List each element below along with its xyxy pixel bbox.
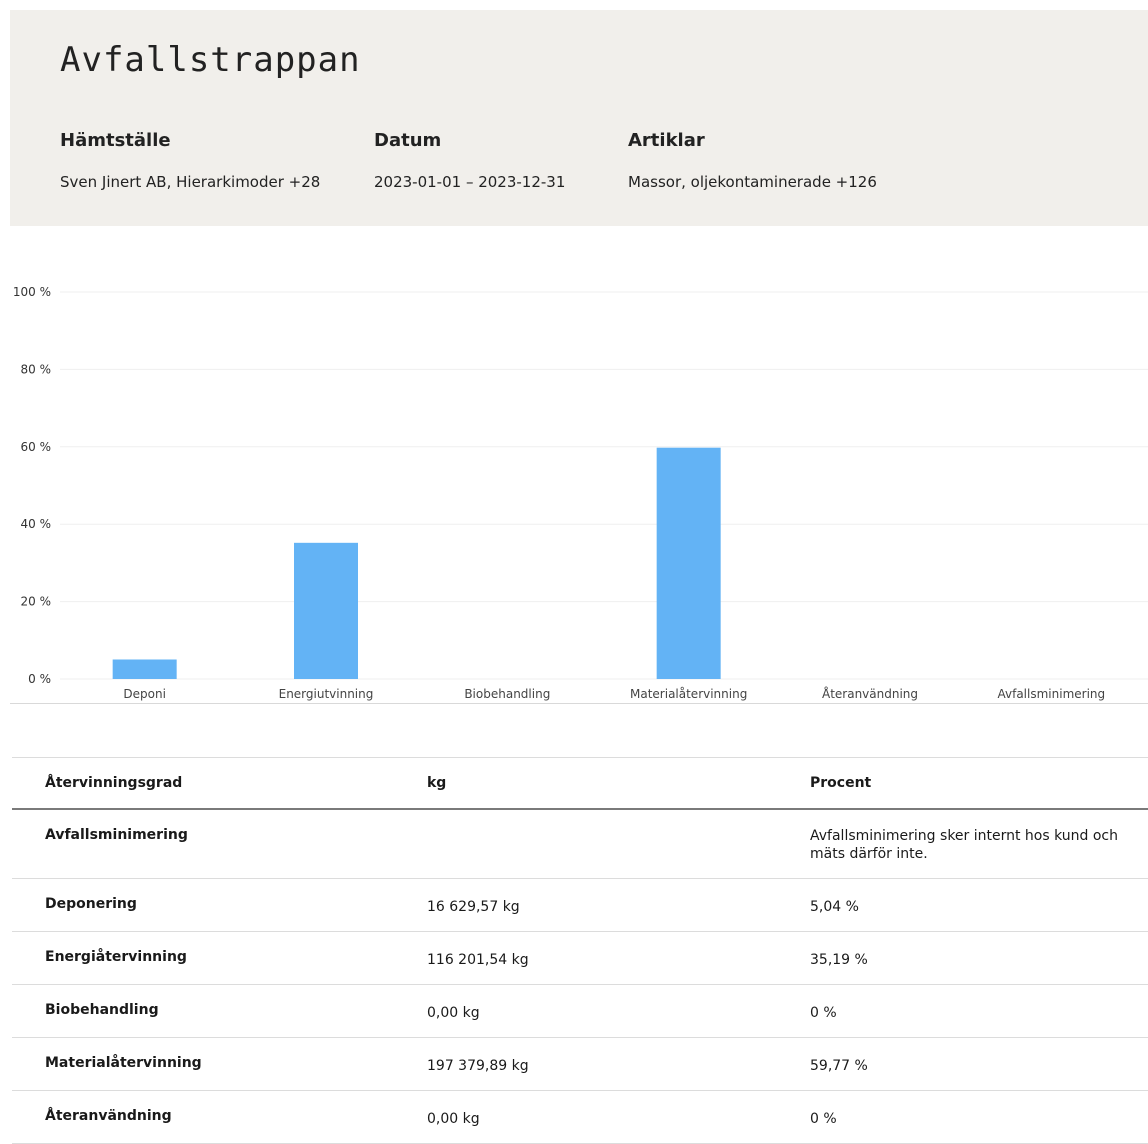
y-tick-label: 100 % — [13, 285, 51, 299]
y-tick-label: 0 % — [28, 672, 51, 686]
x-tick-label: Biobehandling — [464, 687, 550, 701]
table-cell: 5,04 % — [810, 878, 1148, 932]
filter-value: Sven Jinert AB, Hierarkimoder +28 — [60, 173, 321, 191]
y-tick-label: 60 % — [21, 440, 52, 454]
table-cell: 0 % — [810, 1090, 1148, 1144]
x-tick-label: Återanvändning — [822, 686, 918, 701]
chart-divider — [10, 703, 1148, 704]
filter-articles[interactable]: Artiklar Massor, oljekontaminerade +126 — [628, 130, 877, 191]
column-header-recovery-grade[interactable]: Återvinningsgrad — [12, 757, 427, 810]
table-row: Avfallsminimering Avfallsminimering sker… — [12, 808, 1148, 879]
x-tick-label: Deponi — [123, 687, 166, 701]
table-row: Deponering 16 629,57 kg 5,04 % — [12, 878, 1148, 932]
filter-label: Hämtställe — [60, 130, 171, 151]
table-cell: Energiåtervinning — [12, 931, 427, 985]
table-cell: 116 201,54 kg — [427, 931, 810, 985]
table-row: Biobehandling 0,00 kg 0 % — [12, 984, 1148, 1038]
table-cell: 35,19 % — [810, 931, 1148, 985]
table-cell: 197 379,89 kg — [427, 1037, 810, 1091]
table-cell: Materialåtervinning — [12, 1037, 427, 1091]
table-cell — [427, 808, 810, 879]
bar-0[interactable] — [112, 659, 177, 679]
table-row: Materialåtervinning 197 379,89 kg 59,77 … — [12, 1037, 1148, 1091]
table-cell: Avfallsminimering sker internt hos kund … — [810, 808, 1148, 879]
filter-value: Massor, oljekontaminerade +126 — [628, 173, 877, 191]
filter-date-range[interactable]: Datum 2023-01-01 – 2023-12-31 — [374, 130, 565, 191]
y-tick-label: 40 % — [21, 517, 52, 531]
column-header-kg[interactable]: kg — [427, 757, 810, 810]
table-header-row: Återvinningsgrad kg Procent — [12, 757, 1148, 810]
filter-pickup-location[interactable]: Hämtställe Sven Jinert AB, Hierarkimoder… — [60, 130, 320, 191]
filter-label: Artiklar — [628, 130, 705, 151]
filter-value: 2023-01-01 – 2023-12-31 — [374, 173, 566, 191]
filter-label: Datum — [374, 130, 442, 151]
table-cell: Avfallsminimering — [12, 808, 427, 879]
y-tick-label: 20 % — [21, 595, 52, 609]
table-row: Återanvändning 0,00 kg 0 % — [12, 1090, 1148, 1144]
table-cell: 59,77 % — [810, 1037, 1148, 1091]
waste-hierarchy-bar-chart: 0 % 20 % 40 % 60 % 80 % 100 % Deponi Energiutvi… — [13, 285, 1148, 701]
x-tick-label: Energiutvinning — [279, 687, 374, 701]
y-tick-label: 80 % — [21, 362, 52, 376]
table-cell: Återanvändning — [12, 1090, 427, 1144]
bar-1[interactable] — [294, 542, 358, 679]
table-cell: Deponering — [12, 878, 427, 932]
page-title: Avfallstrappan — [60, 40, 361, 80]
report-header: Avfallstrappan Hämtställe Sven Jinert AB… — [10, 10, 1148, 226]
x-tick-label: Materialåtervinning — [630, 687, 747, 701]
column-header-percent[interactable]: Procent — [810, 757, 1148, 810]
table-row: Energiåtervinning 116 201,54 kg 35,19 % — [12, 931, 1148, 985]
x-tick-label: Avfallsminimering — [998, 687, 1106, 701]
bar-3[interactable] — [656, 447, 721, 679]
recovery-table: Återvinningsgrad kg Procent Avfallsminim… — [12, 757, 1148, 1144]
table-cell: Biobehandling — [12, 984, 427, 1038]
table-cell: 0 % — [810, 984, 1148, 1038]
table-cell: 0,00 kg — [427, 1090, 810, 1144]
table-cell: 0,00 kg — [427, 984, 810, 1038]
table-cell: 16 629,57 kg — [427, 878, 810, 932]
